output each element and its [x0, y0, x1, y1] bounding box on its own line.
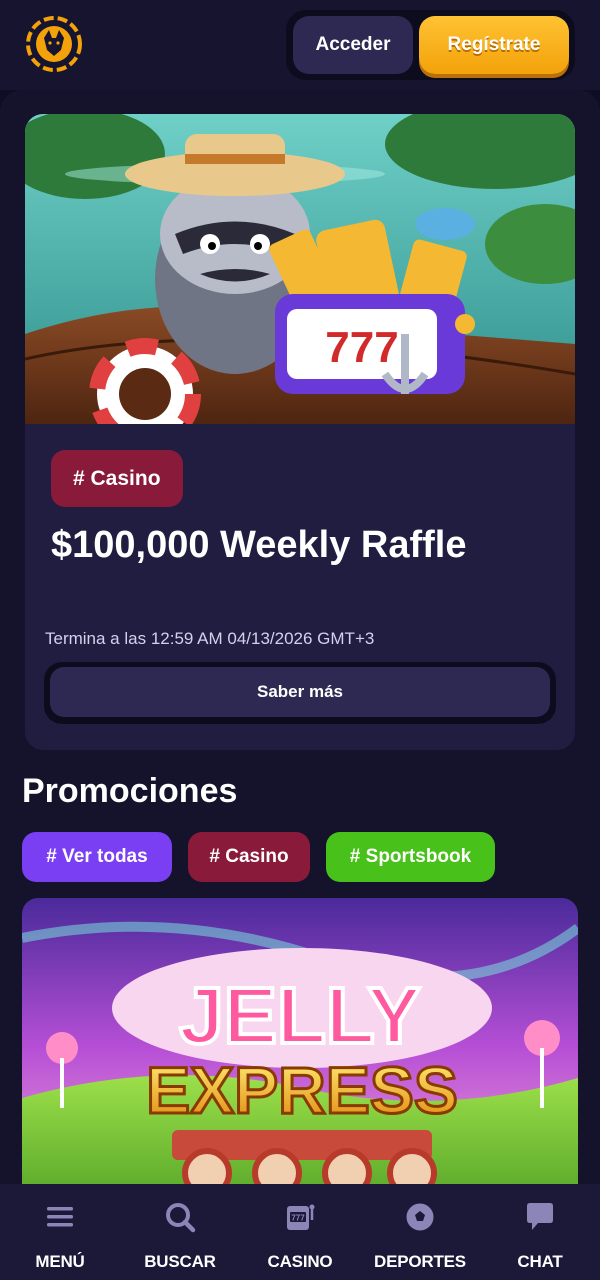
promotions-title: Promociones — [22, 772, 238, 810]
nav-label-sports: DEPORTES — [374, 1252, 466, 1271]
top-header: Acceder Regístrate — [0, 0, 600, 90]
bottom-navigation: MENÚ BUSCAR 777 CASINO DEPORTES CHAT — [0, 1184, 600, 1280]
slot-777-text: 777 — [325, 323, 398, 372]
raccoon-fishing-slot-banner-image: 777 — [25, 114, 575, 450]
nav-label-chat: CHAT — [517, 1252, 563, 1271]
featured-title: $100,000 Weekly Raffle — [51, 524, 467, 566]
nav-item-sports[interactable]: DEPORTES — [360, 1184, 480, 1280]
featured-tag-casino[interactable]: # Casino — [51, 450, 183, 507]
svg-text:777: 777 — [291, 1214, 305, 1223]
nav-label-search: BUSCAR — [144, 1252, 216, 1271]
learn-more-button[interactable]: Saber más — [50, 667, 550, 717]
filter-sportsbook[interactable]: # Sportsbook — [326, 832, 495, 882]
nav-label-casino: CASINO — [267, 1252, 333, 1271]
nav-label-menu: MENÚ — [35, 1252, 85, 1271]
login-button[interactable]: Acceder — [293, 16, 413, 74]
hamburger-menu-icon — [47, 1207, 73, 1227]
filter-view-all[interactable]: # Ver todas — [22, 832, 172, 882]
express-title-text: EXPRESS — [146, 1053, 458, 1127]
featured-promo-card[interactable]: 777 # Casino $100,000 Weekly Raffle Term… — [25, 114, 575, 750]
nav-item-menu[interactable]: MENÚ — [0, 1184, 120, 1280]
register-button[interactable]: Regístrate — [419, 16, 569, 74]
nav-item-search[interactable]: BUSCAR — [120, 1184, 240, 1280]
chat-bubble-icon — [527, 1203, 553, 1230]
fox-coin-logo-icon[interactable] — [24, 14, 84, 74]
jelly-title-text: JELLY — [179, 971, 421, 1060]
jelly-express-promo-banner[interactable]: JELLY EXPRESS — [22, 898, 578, 1198]
featured-end-date: Termina a las 12:59 AM 04/13/2026 GMT+3 — [45, 629, 375, 648]
auth-button-group: Acceder Regístrate — [286, 10, 575, 80]
search-icon — [166, 1203, 196, 1233]
nav-item-casino[interactable]: 777 CASINO — [240, 1184, 360, 1280]
soccer-ball-icon — [405, 1202, 435, 1232]
learn-more-button-frame: Saber más — [44, 662, 556, 724]
slot-machine-icon: 777 — [287, 1204, 315, 1230]
filter-casino[interactable]: # Casino — [188, 832, 310, 882]
nav-item-chat[interactable]: CHAT — [480, 1184, 600, 1280]
